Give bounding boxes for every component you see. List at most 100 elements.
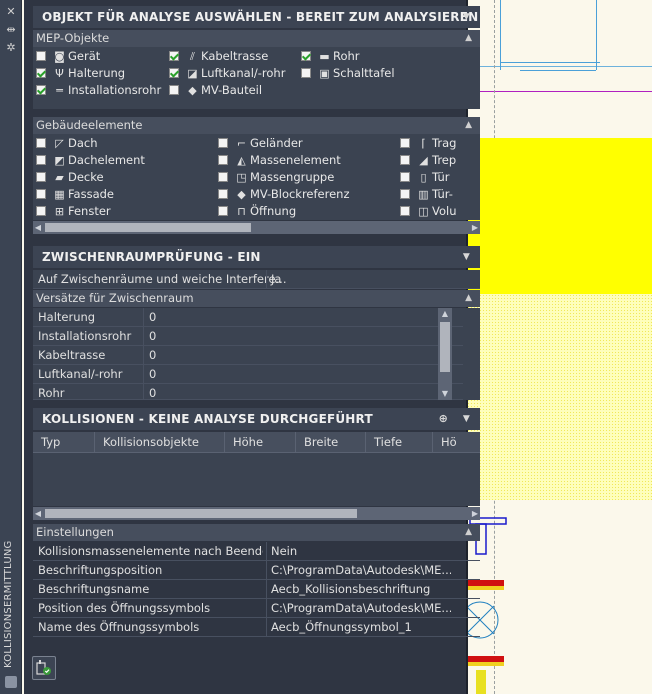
column-header[interactable]: Hö <box>433 432 480 453</box>
section-header-objects[interactable]: OBJEKT FÜR ANALYSE AUSWÄHLEN - BEREIT ZU… <box>33 6 480 28</box>
settings-row[interactable]: Name des Öffnungssymbols Aecb_Öffnungssym… <box>33 618 480 637</box>
pipe-icon: ▬ <box>319 50 330 63</box>
opening-icon: ⊓ <box>237 205 246 218</box>
checkbox[interactable] <box>218 138 228 148</box>
scroll-up-icon[interactable]: ▲ <box>438 308 452 320</box>
column-header[interactable]: Breite <box>296 432 366 453</box>
subheader-title: Gebäudeelemente <box>36 118 143 132</box>
checkbox[interactable] <box>400 138 410 148</box>
zoom-icon[interactable]: ⊕ <box>439 408 448 430</box>
checkbox[interactable] <box>400 155 410 165</box>
horizontal-scrollbar[interactable]: ◀ ▶ <box>33 221 480 234</box>
stair-icon: ◢ <box>419 154 428 167</box>
auto-hide-icon[interactable]: ⇹ <box>5 24 17 36</box>
subheader-title: MEP-Objekte <box>36 31 110 45</box>
subheader-settings[interactable]: Einstellungen ▲ <box>33 524 480 541</box>
checkbox[interactable] <box>400 189 410 199</box>
checkbox[interactable] <box>169 85 179 95</box>
column-header[interactable]: Tiefe <box>366 432 433 453</box>
offset-row[interactable]: Kabeltrasse 0 <box>33 346 463 365</box>
checkbox[interactable] <box>36 138 46 148</box>
checkbox[interactable] <box>36 51 46 61</box>
roof-slab-icon: ◩ <box>54 154 65 167</box>
conduit-icon: ═ <box>56 84 63 97</box>
scrollbar-thumb[interactable] <box>45 223 251 232</box>
checkbox[interactable] <box>301 51 311 61</box>
railing-icon: ⌐ <box>236 137 247 150</box>
hanger-icon: Ψ <box>55 67 64 80</box>
scroll-down-icon[interactable]: ▼ <box>438 388 452 400</box>
column-header[interactable]: Höhe <box>225 432 296 453</box>
vertical-scrollbar[interactable]: ▲ ▼ <box>438 308 452 400</box>
window-icon: ⊞ <box>54 205 65 218</box>
checkbox[interactable] <box>169 68 179 78</box>
column-header[interactable]: Typ <box>33 432 95 453</box>
checkbox[interactable] <box>218 172 228 182</box>
checkbox[interactable] <box>218 206 228 216</box>
checkbox[interactable] <box>36 85 46 95</box>
subheader-mep[interactable]: MEP-Objekte ▲ <box>33 30 480 47</box>
chevron-down-icon[interactable]: ▼ <box>463 6 470 28</box>
settings-row[interactable]: Beschriftungsname Aecb_Kollisionsbeschrif… <box>33 580 480 599</box>
palette-menu-icon[interactable] <box>5 676 17 688</box>
chevron-up-icon[interactable]: ▲ <box>465 524 472 541</box>
offset-row[interactable]: Installationsrohr 0 <box>33 327 463 346</box>
settings-row[interactable]: Position des Öffnungssymbols C:\ProgramDa… <box>33 599 480 618</box>
checkbox[interactable] <box>36 206 46 216</box>
chevron-up-icon[interactable]: ▲ <box>465 30 472 47</box>
subheader-title: Einstellungen <box>36 525 114 539</box>
settings-row[interactable]: Beschriftungsposition C:\ProgramData\Auto… <box>33 561 480 580</box>
volume-icon: ◫ <box>418 205 429 218</box>
checkbox[interactable] <box>36 172 46 182</box>
properties-icon[interactable]: ✲ <box>5 42 17 54</box>
checkbox[interactable] <box>218 189 228 199</box>
analysis-icon <box>36 660 51 675</box>
cable-tray-icon: ⫽ <box>190 50 195 63</box>
mass-element-icon: ◭ <box>237 154 246 167</box>
scrollbar-thumb[interactable] <box>440 322 450 372</box>
checkbox[interactable] <box>400 172 410 182</box>
collision-detection-palette: OBJEKT FÜR ANALYSE AUSWÄHLEN - BEREIT ZU… <box>24 0 480 694</box>
checkbox[interactable] <box>218 155 228 165</box>
section-header-collisions[interactable]: KOLLISIONEN - KEINE ANALYSE DURCHGEFÜHRT… <box>33 408 480 430</box>
checkbox[interactable] <box>36 189 46 199</box>
chevron-down-icon[interactable]: ▼ <box>463 246 470 268</box>
chevron-up-icon[interactable]: ▲ <box>465 117 472 134</box>
duct-icon: ◪ <box>187 67 198 80</box>
column-header[interactable]: Kollisionsobjekte <box>95 432 225 453</box>
subheader-offsets[interactable]: Versätze für Zwischenraum ▲ <box>33 290 480 307</box>
checkbox[interactable] <box>400 206 410 216</box>
section-title: OBJEKT FÜR ANALYSE AUSWÄHLEN - BEREIT ZU… <box>42 10 479 24</box>
chevron-down-icon[interactable]: ▼ <box>463 408 470 430</box>
run-analysis-button[interactable] <box>32 656 56 680</box>
mass-group-icon: ◳ <box>236 171 247 184</box>
offset-row[interactable]: Luftkanal/-rohr 0 <box>33 365 463 384</box>
chevron-up-icon[interactable]: ▲ <box>465 290 472 307</box>
scroll-right-icon[interactable]: ▶ <box>470 221 480 234</box>
checkbox[interactable] <box>301 68 311 78</box>
section-header-clearance[interactable]: ZWISCHENRAUMPRÜFUNG - EIN ▼ <box>33 246 480 268</box>
slab-icon: ▰ <box>55 171 64 184</box>
checkbox[interactable] <box>169 51 179 61</box>
scrollbar-thumb[interactable] <box>45 509 357 518</box>
mv-part-icon: ◆ <box>188 84 197 97</box>
subheader-building[interactable]: Gebäudeelemente ▲ <box>33 117 480 134</box>
curtain-wall-icon: ▦ <box>54 188 65 201</box>
clearance-main-row[interactable]: Auf Zwischenräume und weiche Interfere..… <box>33 270 480 289</box>
close-icon[interactable]: ✕ <box>5 6 17 18</box>
checkbox[interactable] <box>36 155 46 165</box>
palette-title-rail[interactable]: ✕ ⇹ ✲ KOLLISIONSERMITTLUNG <box>0 0 22 694</box>
scroll-left-icon[interactable]: ◀ <box>33 221 43 234</box>
offset-row[interactable]: Halterung 0 <box>33 308 463 327</box>
door-window-icon: ▥ <box>418 188 429 201</box>
mep-object-list: ◙ Gerät ⫽ Kabeltrasse ▬ Rohr Ψ Halterung ◪ Lu… <box>33 47 480 109</box>
offset-row[interactable]: Rohr 0 <box>33 384 463 400</box>
section-title: ZWISCHENRAUMPRÜFUNG - EIN <box>42 250 261 264</box>
checkbox[interactable] <box>36 68 46 78</box>
panel-icon: ▣ <box>319 67 330 80</box>
horizontal-scrollbar[interactable]: ◀ ▶ <box>33 507 480 520</box>
settings-row[interactable]: Kollisionsmassenelemente nach Beenden...… <box>33 542 480 561</box>
palette-title: KOLLISIONSERMITTLUNG <box>3 540 14 668</box>
scroll-left-icon[interactable]: ◀ <box>33 507 43 520</box>
scroll-right-icon[interactable]: ▶ <box>470 507 480 520</box>
